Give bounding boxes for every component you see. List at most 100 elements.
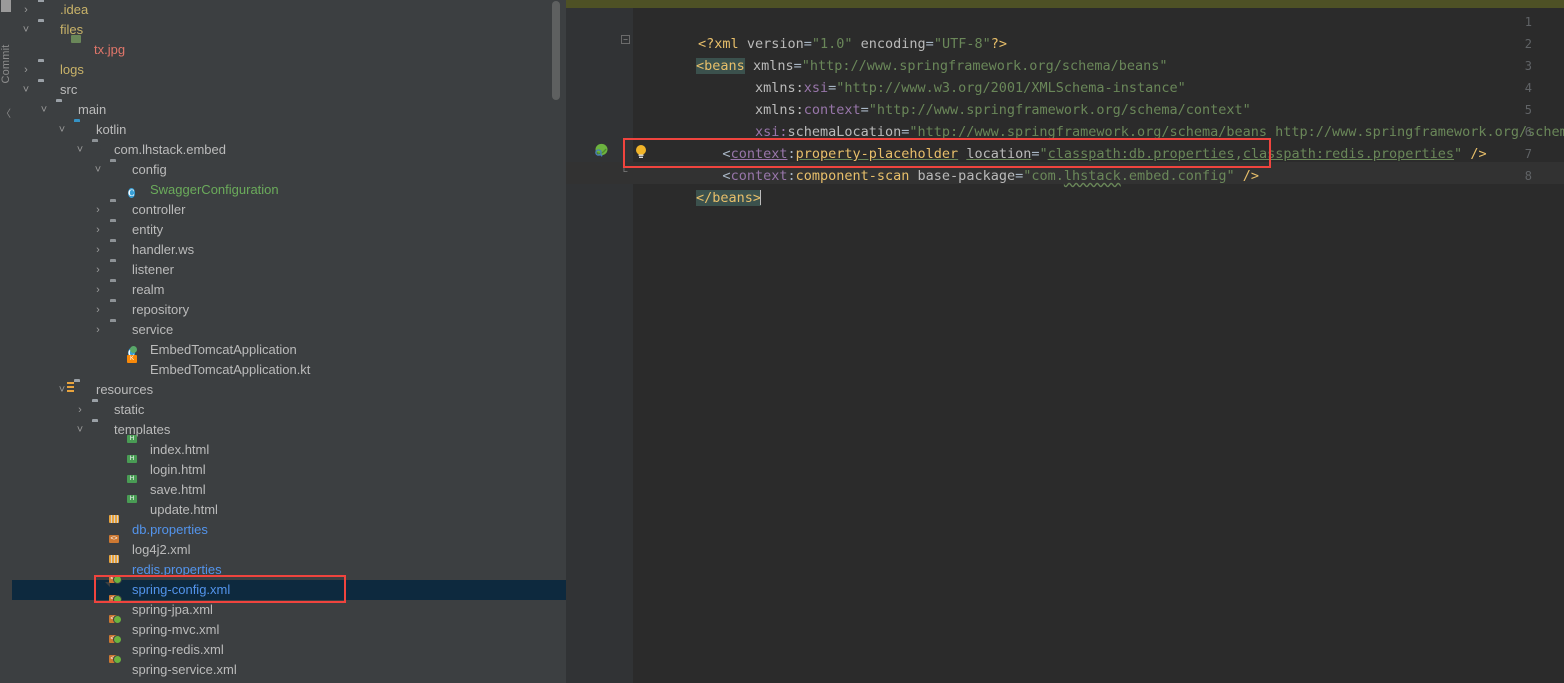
tree-item-embedtomcatapplication-kt[interactable]: K EmbedTomcatApplication.kt — [12, 355, 566, 380]
tree-item-label: EmbedTomcatApplication — [150, 342, 297, 357]
tree-item-embedtomcatapplication[interactable]: C EmbedTomcatApplication — [12, 340, 566, 360]
tree-item-db-properties[interactable]: db.properties — [12, 515, 566, 540]
folder-icon — [92, 422, 108, 438]
tree-item-templates[interactable]: ˅ templates — [12, 420, 566, 440]
folder-icon — [38, 22, 54, 38]
gutter-line-number-7: 7 — [1524, 147, 1532, 161]
tree-item-src[interactable]: ˅ src — [12, 80, 566, 100]
editor-fold-strip[interactable] — [619, 8, 633, 683]
tree-item-service[interactable]: › service — [12, 320, 566, 340]
tree-item-resources[interactable]: ˅ resources — [12, 380, 566, 400]
tree-item-log4j2-xml[interactable]: <> log4j2.xml — [12, 535, 566, 560]
chevron-down-icon[interactable]: ˅ — [74, 140, 86, 160]
tree-item-label: com.lhstack.embed — [114, 142, 226, 157]
folder-icon — [92, 402, 108, 418]
chevron-right-icon[interactable]: › — [20, 0, 32, 20]
code-editor-panel[interactable]: <?xml version="1.0" encoding="UTF-8"?> <… — [566, 0, 1564, 683]
chevron-down-icon[interactable]: ˅ — [56, 120, 68, 140]
code-line-1: <?xml version="1.0" encoding="UTF-8"?> — [698, 36, 1007, 52]
folder-icon — [38, 62, 54, 78]
code-line-6: <context:property-placeholder location="… — [722, 146, 1487, 162]
tree-item-spring-config-xml[interactable]: <> spring-config.xml — [12, 575, 566, 600]
xml-val-lhstack-typo: lhstack — [1063, 168, 1121, 184]
tree-item-logs[interactable]: › logs — [12, 60, 566, 80]
tree-item-idea[interactable]: › .idea — [12, 0, 566, 20]
tree-item-login-html[interactable]: Hlogin.html — [12, 455, 566, 480]
tree-item-listener[interactable]: › listener — [12, 260, 566, 280]
image-file-icon — [71, 35, 88, 58]
project-tree-panel[interactable]: › .idea ˅ files tx.jpg › logs ˅ src ˅ main ˅ kotlin ˅… — [12, 0, 566, 683]
source-folder-icon — [74, 122, 90, 138]
chevron-right-icon[interactable]: › — [92, 220, 104, 240]
code-line-8: </beans> — [631, 165, 762, 206]
xml-val-open-7: "com. — [1023, 168, 1064, 184]
editor-gutter[interactable] — [566, 8, 619, 683]
spring-xml-file-icon: <> — [109, 655, 122, 664]
tree-item-spring-mvc-xml[interactable]: <> spring-mvc.xml — [12, 615, 566, 640]
tree-item-swaggerconfiguration[interactable]: C SwaggerConfiguration — [12, 180, 566, 200]
tree-item-redis-properties[interactable]: redis.properties — [12, 555, 566, 580]
tree-item-label: static — [114, 402, 145, 417]
tree-item-index-html[interactable]: Hindex.html — [12, 435, 566, 460]
fold-marker-line-2[interactable]: − — [621, 35, 630, 44]
tree-item-handler-ws[interactable]: › handler.ws — [12, 240, 566, 260]
code-line-4: xmlns:context="http://www.springframewor… — [754, 102, 1251, 118]
chevron-right-icon[interactable]: › — [92, 280, 104, 300]
chevron-down-icon[interactable]: ˅ — [20, 20, 32, 40]
tree-item-config[interactable]: ˅ config — [12, 160, 566, 180]
gutter-line-number-5: 5 — [1524, 103, 1532, 117]
tree-item-label: logs — [60, 62, 84, 77]
package-icon — [110, 162, 126, 178]
xml-val-rest-7: .embed.config" — [1120, 168, 1235, 184]
tree-item-label: login.html — [150, 462, 206, 477]
tree-item-main[interactable]: ˅ main — [12, 100, 566, 120]
tree-item-label: resources — [96, 382, 154, 397]
tree-item-files[interactable]: ˅ files — [12, 20, 566, 40]
chevron-right-icon[interactable]: › — [92, 320, 104, 340]
lightbulb-icon[interactable] — [634, 144, 646, 158]
tree-item-spring-service-xml[interactable]: <> spring-service.xml — [12, 655, 566, 680]
tree-item-tx-jpg[interactable]: tx.jpg — [12, 35, 566, 60]
tree-item-spring-jpa-xml[interactable]: <> spring-jpa.xml — [12, 595, 566, 620]
editor-code-area[interactable]: <?xml version="1.0" encoding="UTF-8"?> <… — [566, 8, 1564, 683]
tree-item-kotlin[interactable]: ˅ kotlin — [12, 120, 566, 140]
tree-item-controller[interactable]: › controller — [12, 200, 566, 220]
tree-item-label: tx.jpg — [94, 42, 126, 57]
folder-icon — [38, 82, 54, 98]
fold-marker-line-8[interactable]: ∟ — [621, 167, 630, 176]
package-icon — [110, 282, 126, 298]
chevron-right-icon[interactable]: › — [92, 240, 104, 260]
xml-tag-component-scan: component-scan — [795, 168, 910, 184]
chevron-down-icon[interactable]: ˅ — [92, 160, 104, 180]
project-tool-window-button[interactable] — [1, 0, 11, 12]
chevron-down-icon[interactable]: ˅ — [74, 420, 86, 440]
chevron-right-icon[interactable]: › — [92, 300, 104, 320]
tree-item-realm[interactable]: › realm — [12, 280, 566, 300]
tree-item-static[interactable]: › static — [12, 400, 566, 420]
spring-bean-icon[interactable] — [594, 143, 608, 157]
tree-item-label: spring-service.xml — [132, 662, 237, 677]
tree-item-com-lhstack-embed[interactable]: ˅ com.lhstack.embed — [12, 140, 566, 160]
html-file-icon: H — [127, 495, 144, 518]
tree-item-label: EmbedTomcatApplication.kt — [150, 362, 311, 377]
project-tree-scrollbar[interactable] — [552, 1, 560, 100]
gutter-line-number-2: 2 — [1524, 37, 1532, 51]
chevron-down-icon[interactable]: ˅ — [38, 100, 50, 120]
tree-item-save-html[interactable]: Hsave.html — [12, 475, 566, 500]
code-line-5: xsi:schemaLocation="http://www.springfra… — [633, 99, 1564, 140]
commit-tool-window-tab[interactable]: Commit — [0, 32, 12, 96]
package-icon — [110, 322, 126, 338]
chevron-right-icon[interactable]: › — [92, 260, 104, 280]
tree-item-repository[interactable]: › repository — [12, 300, 566, 320]
xml-val-classpath-redis: classpath:redis.properties — [1242, 146, 1455, 162]
tree-item-spring-redis-xml[interactable]: <> spring-redis.xml — [12, 635, 566, 660]
package-icon — [110, 202, 126, 218]
tree-item-entity[interactable]: › entity — [12, 220, 566, 240]
gutter-line-number-1: 1 — [1524, 15, 1532, 29]
chevron-right-icon[interactable]: › — [74, 400, 86, 420]
tree-item-update-html[interactable]: Hupdate.html — [12, 495, 566, 520]
tree-item-label: SwaggerConfiguration — [150, 182, 279, 197]
chevron-right-icon[interactable]: › — [92, 200, 104, 220]
chevron-down-icon[interactable]: ˅ — [20, 80, 32, 100]
chevron-right-icon[interactable]: › — [20, 60, 32, 80]
